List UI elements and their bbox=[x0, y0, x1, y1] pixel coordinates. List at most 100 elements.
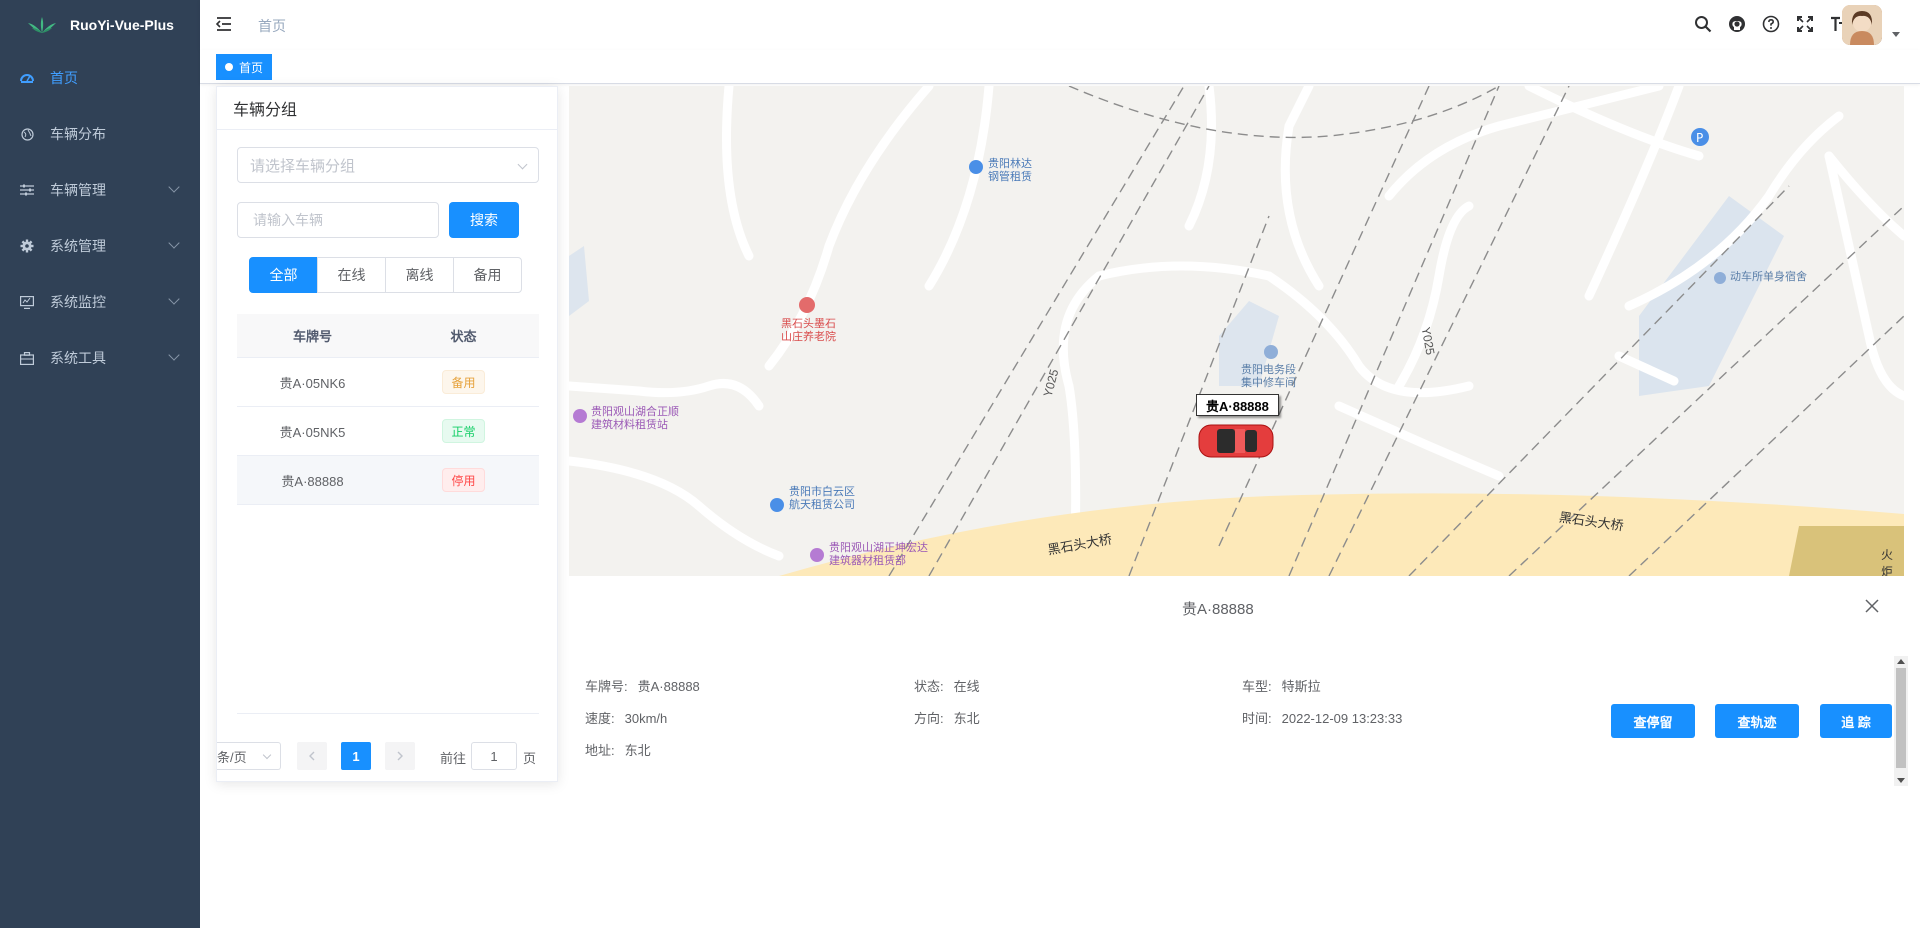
panel-title: 车辆分组 bbox=[217, 87, 557, 130]
sidebar-item-system-monitor[interactable]: 系统监控 bbox=[0, 274, 200, 330]
dot-icon bbox=[225, 63, 233, 71]
help-icon[interactable] bbox=[1760, 13, 1782, 35]
detail-title: 贵A·88888 bbox=[1182, 601, 1254, 618]
prev-page-button[interactable] bbox=[297, 742, 327, 770]
filter-offline[interactable]: 离线 bbox=[385, 257, 454, 293]
group-select[interactable]: 请选择车辆分组 bbox=[237, 147, 539, 183]
divider bbox=[237, 713, 539, 714]
chevron-down-icon bbox=[168, 293, 180, 305]
table-row[interactable]: 贵A·88888 停用 bbox=[237, 456, 539, 505]
field-speed: 速度: 30km/h bbox=[585, 711, 668, 726]
plate-cell: 贵A·05NK5 bbox=[279, 424, 346, 440]
navbar: 首页 bbox=[200, 0, 1920, 50]
search-icon[interactable] bbox=[1692, 13, 1714, 35]
hamburger-icon[interactable] bbox=[216, 15, 234, 33]
map-poi[interactable]: 动车所单身宿舍 bbox=[1730, 271, 1807, 284]
scroll-thumb[interactable] bbox=[1896, 668, 1906, 768]
status-badge: 停用 bbox=[442, 468, 485, 492]
sidebar-item-system-management[interactable]: 系统管理 bbox=[0, 218, 200, 274]
chevron-left-icon bbox=[309, 751, 315, 761]
svg-text:P: P bbox=[1696, 131, 1703, 145]
detail-scrollbar[interactable] bbox=[1894, 656, 1908, 786]
table-row[interactable]: 贵A·05NK5 正常 bbox=[237, 407, 539, 456]
group-select-placeholder: 请选择车辆分组 bbox=[250, 157, 356, 175]
map-view[interactable]: P 贵阳林达 钢管租赁 黑石头墨石 山庄养老院 贵阳电务段 集中修车间 贵阳观山… bbox=[569, 86, 1904, 576]
monitor-icon bbox=[20, 295, 34, 309]
map-poi[interactable]: 贵阳电务段 集中修车间 bbox=[1241, 364, 1296, 390]
sidebar-item-vehicle-management[interactable]: 车辆管理 bbox=[0, 162, 200, 218]
avatar[interactable] bbox=[1842, 5, 1882, 45]
chevron-down-icon bbox=[168, 349, 180, 361]
tag-home[interactable]: 首页 bbox=[216, 54, 273, 80]
logo-icon bbox=[28, 17, 56, 33]
map-poi[interactable]: 贵阳市白云区 航天租赁公司 bbox=[789, 486, 855, 512]
globe-icon bbox=[20, 127, 34, 141]
table-row[interactable]: 贵A·05NK6 备用 bbox=[237, 358, 539, 407]
map-poi[interactable]: 贵阳观山湖正坤宏达 建筑器材租赁部 bbox=[829, 542, 928, 568]
road-label: 火炬 bbox=[1881, 548, 1894, 576]
goto-unit: 页 bbox=[523, 751, 537, 766]
fullscreen-icon[interactable] bbox=[1794, 13, 1816, 35]
sidebar-item-label: 系统管理 bbox=[50, 238, 106, 254]
sidebar-item-label: 系统监控 bbox=[50, 294, 106, 310]
filter-standby[interactable]: 备用 bbox=[453, 257, 522, 293]
nav-toolbar bbox=[1692, 13, 1850, 35]
vehicle-table: 车牌号 状态 贵A·05NK6 备用 贵A·05NK5 正常 贵A·88888 … bbox=[237, 314, 539, 505]
chevron-down-icon bbox=[262, 750, 272, 760]
status-filter: 全部 在线 离线 备用 bbox=[249, 257, 522, 293]
page-size-select[interactable]: 条/页 bbox=[217, 742, 281, 770]
table-header: 车牌号 状态 bbox=[237, 314, 539, 358]
column-plate: 车牌号 bbox=[292, 329, 332, 344]
status-badge: 备用 bbox=[442, 370, 485, 394]
chevron-down-icon bbox=[168, 237, 180, 249]
gear-icon bbox=[20, 239, 34, 253]
sidebar-item-home[interactable]: 首页 bbox=[0, 50, 200, 106]
sidebar-item-vehicle-distribution[interactable]: 车辆分布 bbox=[0, 106, 200, 162]
map-poi[interactable]: 贵阳观山湖合正顺 建筑材料租赁站 bbox=[591, 406, 679, 432]
caret-down-icon[interactable] bbox=[1892, 32, 1900, 37]
scroll-down-icon[interactable] bbox=[1897, 778, 1905, 783]
goto-label: 前往 bbox=[440, 751, 467, 766]
column-status: 状态 bbox=[450, 329, 477, 344]
map-poi[interactable]: 黑石头墨石 山庄养老院 bbox=[781, 318, 836, 344]
field-plate: 车牌号: 贵A·88888 bbox=[585, 679, 700, 694]
scroll-up-icon[interactable] bbox=[1897, 659, 1905, 664]
track-query-button[interactable]: 查轨迹 bbox=[1715, 704, 1799, 738]
status-badge: 正常 bbox=[442, 419, 485, 443]
field-direction: 方向: 东北 bbox=[914, 711, 980, 726]
sidebar-item-label: 系统工具 bbox=[50, 350, 106, 366]
map-poi[interactable]: 贵阳林达 钢管租赁 bbox=[988, 158, 1032, 184]
toolbox-icon bbox=[20, 351, 34, 365]
filter-all[interactable]: 全部 bbox=[249, 257, 318, 293]
page-number[interactable]: 1 bbox=[341, 742, 371, 770]
chevron-right-icon bbox=[397, 751, 403, 761]
app-title: RuoYi-Vue-Plus bbox=[70, 17, 174, 33]
map-canvas: P bbox=[569, 86, 1904, 576]
field-status: 状态: 在线 bbox=[914, 679, 980, 694]
vehicle-group-panel: 车辆分组 请选择车辆分组 搜索 全部 在线 离线 备用 车牌号 状态 贵A·05… bbox=[216, 86, 558, 782]
filter-online[interactable]: 在线 bbox=[317, 257, 386, 293]
plate-cell: 贵A·05NK6 bbox=[279, 375, 346, 391]
field-time: 时间: 2022-12-09 13:23:33 bbox=[1242, 711, 1403, 726]
sidebar-item-label: 车辆管理 bbox=[50, 182, 106, 198]
sidebar-item-label: 首页 bbox=[50, 70, 78, 86]
sidebar-item-system-tools[interactable]: 系统工具 bbox=[0, 330, 200, 386]
follow-button[interactable]: 追 踪 bbox=[1820, 704, 1892, 738]
sidebar: RuoYi-Vue-Plus 首页 车辆分布 车辆管理 系统管理 系统监控 系统… bbox=[0, 0, 200, 928]
logo[interactable]: RuoYi-Vue-Plus bbox=[0, 0, 200, 50]
car-search-input[interactable] bbox=[237, 202, 439, 238]
github-icon[interactable] bbox=[1726, 13, 1748, 35]
next-page-button[interactable] bbox=[385, 742, 415, 770]
sidebar-item-label: 车辆分布 bbox=[50, 126, 106, 142]
tag-label: 首页 bbox=[239, 60, 264, 75]
close-icon[interactable] bbox=[1864, 598, 1880, 614]
stay-query-button[interactable]: 查停留 bbox=[1611, 704, 1695, 738]
search-button[interactable]: 搜索 bbox=[449, 202, 519, 238]
page-size-label: 条/页 bbox=[217, 749, 247, 765]
goto-page-input[interactable] bbox=[471, 742, 517, 770]
field-address: 地址: 东北 bbox=[585, 743, 651, 758]
dashboard-icon bbox=[20, 71, 34, 85]
car-marker-label[interactable]: 贵A·88888 bbox=[1196, 394, 1279, 416]
breadcrumb[interactable]: 首页 bbox=[258, 16, 286, 36]
plate-cell: 贵A·88888 bbox=[281, 473, 344, 489]
